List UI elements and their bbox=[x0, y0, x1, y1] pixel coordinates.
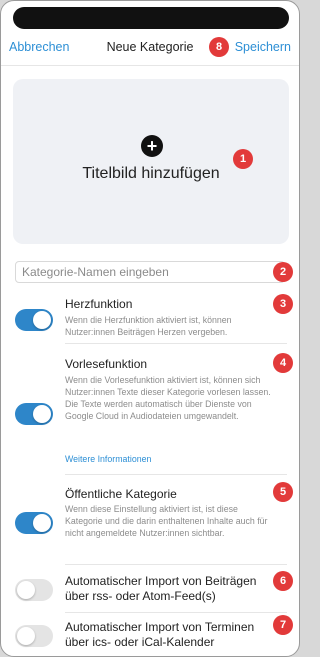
setting-row-rss-import: Automatischer Import von Beiträgen über … bbox=[1, 570, 299, 613]
public-category-toggle[interactable] bbox=[15, 512, 53, 534]
divider bbox=[65, 343, 287, 344]
toggle-knob bbox=[33, 514, 51, 532]
toggle-knob bbox=[33, 311, 51, 329]
ical-import-toggle[interactable] bbox=[15, 625, 53, 647]
setting-description: Wenn die Vorlesefunktion aktiviert ist, … bbox=[65, 375, 271, 421]
annotation-badge-4: 4 bbox=[273, 353, 293, 373]
annotation-badge-8: 8 bbox=[209, 37, 229, 57]
plus-circle-icon: + bbox=[141, 135, 163, 157]
more-info-link[interactable]: Weitere Informationen bbox=[65, 454, 151, 464]
setting-description: Wenn die Herzfunktion aktiviert ist, kön… bbox=[65, 315, 232, 337]
annotation-badge-3: 3 bbox=[273, 294, 293, 314]
divider bbox=[65, 474, 287, 475]
setting-title: Vorlesefunktion bbox=[65, 357, 148, 371]
setting-title: Automatischer Import von Terminen über i… bbox=[65, 620, 255, 649]
annotation-badge-2: 2 bbox=[273, 262, 293, 282]
status-bar bbox=[13, 7, 289, 29]
setting-title: Herzfunktion bbox=[65, 297, 133, 311]
toggle-knob bbox=[33, 405, 51, 423]
annotation-badge-1: 1 bbox=[233, 149, 253, 169]
toggle-knob bbox=[17, 581, 35, 599]
setting-row-read-aloud: Vorlesefunktion Wenn die Vorlesefunktion… bbox=[1, 351, 299, 475]
category-name-input[interactable] bbox=[15, 261, 285, 283]
phone-frame: Abbrechen Neue Kategorie 8 Speichern + T… bbox=[0, 0, 300, 657]
setting-row-public: Öffentliche Kategorie Wenn diese Einstel… bbox=[1, 482, 299, 565]
setting-row-ical-import: Automatischer Import von Terminen über i… bbox=[1, 615, 299, 655]
save-button[interactable]: Speichern bbox=[235, 40, 291, 54]
annotation-badge-6: 6 bbox=[273, 571, 293, 591]
rss-import-toggle[interactable] bbox=[15, 579, 53, 601]
setting-description: Wenn diese Einstellung aktiviert ist, is… bbox=[65, 504, 268, 538]
toggle-knob bbox=[17, 627, 35, 645]
nav-header: Abbrechen Neue Kategorie 8 Speichern bbox=[1, 31, 299, 66]
add-cover-image-button[interactable]: + Titelbild hinzufügen 1 bbox=[13, 79, 289, 244]
read-aloud-toggle[interactable] bbox=[15, 403, 53, 425]
setting-row-heart: Herzfunktion Wenn die Herzfunktion aktiv… bbox=[1, 294, 299, 344]
divider bbox=[65, 564, 287, 565]
heart-toggle[interactable] bbox=[15, 309, 53, 331]
setting-title: Automatischer Import von Beiträgen über … bbox=[65, 574, 257, 603]
annotation-badge-5: 5 bbox=[273, 482, 293, 502]
divider bbox=[65, 612, 287, 613]
setting-title: Öffentliche Kategorie bbox=[65, 487, 177, 501]
annotation-badge-7: 7 bbox=[273, 615, 293, 635]
